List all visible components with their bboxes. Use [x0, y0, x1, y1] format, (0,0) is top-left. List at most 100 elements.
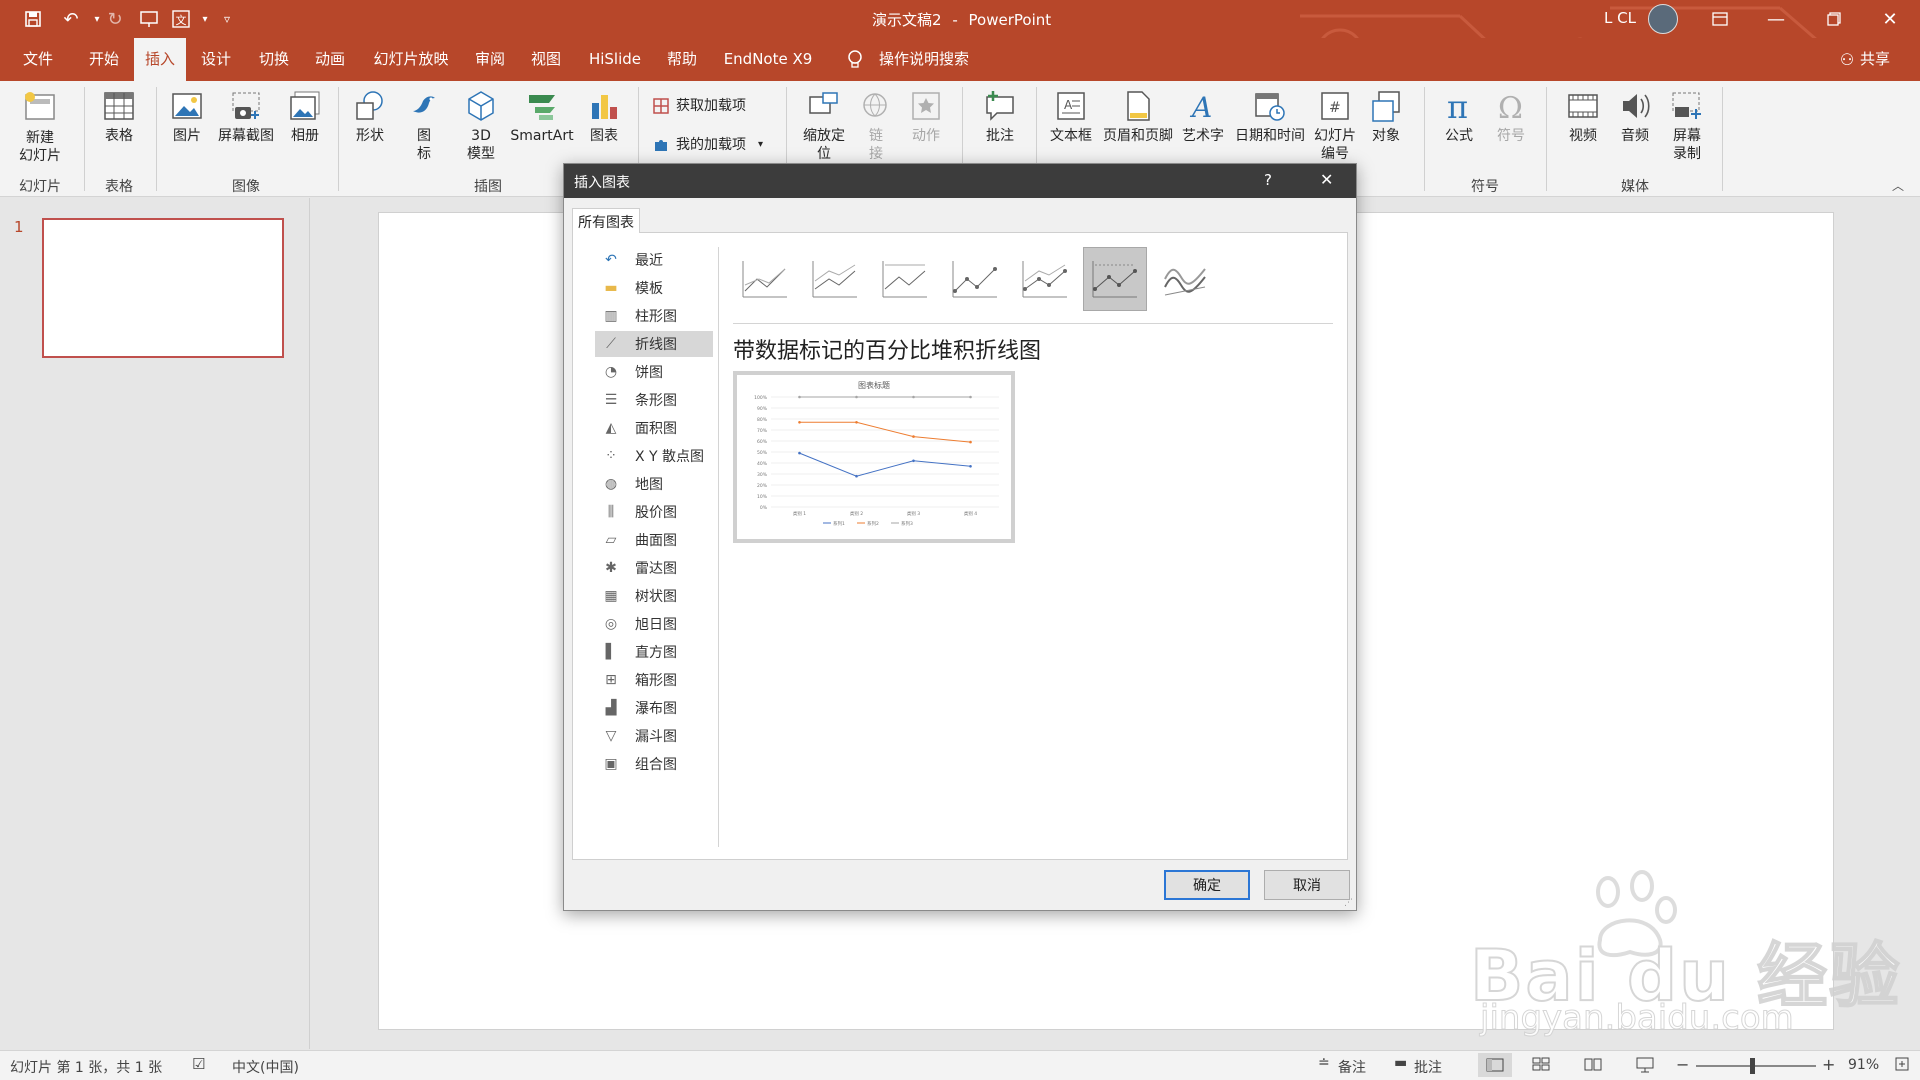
comments-button[interactable]: 批注	[1414, 1057, 1442, 1077]
slide-sorter-icon[interactable]	[1532, 1057, 1550, 1075]
category-line[interactable]: ⟋ 折线图	[595, 331, 713, 357]
cancel-button[interactable]: 取消	[1264, 870, 1350, 900]
picture-button[interactable]: 图片	[164, 89, 210, 145]
tell-me-search[interactable]: 操作说明搜索	[874, 38, 974, 81]
textbox-button[interactable]: A 文本框	[1046, 89, 1096, 145]
category-map[interactable]: ◍ 地图	[595, 471, 713, 497]
reading-view-icon[interactable]	[1584, 1057, 1602, 1075]
customize-qat-icon[interactable]: ▿	[214, 6, 240, 32]
dialog-close-button[interactable]: ✕	[1320, 170, 1333, 189]
screen-record-button[interactable]: 屏幕 录制	[1664, 89, 1710, 163]
icons-button[interactable]: 图 标	[404, 89, 444, 163]
tab-help[interactable]: 帮助	[660, 38, 704, 81]
subtype-3d-line[interactable]	[1153, 247, 1217, 311]
undo-icon[interactable]: ↶	[58, 6, 84, 32]
tab-slideshow[interactable]: 幻灯片放映	[368, 38, 454, 81]
present-icon[interactable]	[136, 6, 162, 32]
zoom-out-button[interactable]: −	[1676, 1055, 1689, 1074]
wordart-button[interactable]: A 艺术字	[1178, 89, 1228, 145]
tab-all-charts[interactable]: 所有图表	[572, 208, 640, 233]
comment-button[interactable]: 批注	[976, 89, 1024, 145]
category-radar[interactable]: ✱ 雷达图	[595, 555, 713, 581]
notes-button[interactable]: 备注	[1338, 1057, 1366, 1077]
subtype-stacked-line-markers[interactable]	[1013, 247, 1077, 311]
dialog-help-button[interactable]: ?	[1264, 171, 1272, 189]
redo-icon[interactable]: ↻	[102, 6, 128, 32]
save-icon[interactable]	[20, 6, 46, 32]
object-button[interactable]: 对象	[1364, 89, 1408, 145]
zoom-slider-thumb[interactable]	[1750, 1058, 1755, 1074]
language-status[interactable]: 中文(中国)	[232, 1057, 299, 1077]
spellcheck-icon[interactable]: ☑	[192, 1055, 205, 1073]
category-pie[interactable]: ◔ 饼图	[595, 359, 713, 385]
restore-icon[interactable]	[1814, 4, 1854, 34]
notes-icon[interactable]: ≐	[1318, 1055, 1330, 1071]
collapse-ribbon-icon[interactable]: ︿	[1892, 177, 1904, 194]
ribbon-display-options-icon[interactable]	[1700, 4, 1740, 34]
minimize-icon[interactable]: —	[1756, 4, 1796, 34]
shape-button[interactable]: 形状	[348, 89, 392, 145]
symbol-button[interactable]: Ω 符号	[1488, 89, 1534, 145]
tab-insert[interactable]: 插入	[134, 38, 186, 81]
audio-button[interactable]: 音频	[1612, 89, 1658, 145]
category-histogram[interactable]: ▌ 直方图	[595, 639, 713, 665]
action-button[interactable]: 动作	[904, 89, 948, 145]
comments-icon[interactable]: ▬	[1394, 1055, 1407, 1071]
zoom-button[interactable]: 缩放定 位	[794, 89, 854, 163]
category-area[interactable]: ◭ 面积图	[595, 415, 713, 441]
tab-design[interactable]: 设计	[194, 38, 238, 81]
share-button[interactable]: 共享	[1858, 38, 1892, 81]
subtype-percent-stacked-line[interactable]	[873, 247, 937, 311]
new-slide-button[interactable]: 新建 幻灯片	[8, 89, 72, 165]
zoom-slider[interactable]	[1696, 1058, 1816, 1074]
resize-grip-icon[interactable]: ⋰	[1344, 898, 1353, 908]
category-combo[interactable]: ▣ 组合图	[595, 751, 713, 777]
slide-number-button[interactable]: # 幻灯片 编号	[1310, 89, 1360, 163]
tab-hislide[interactable]: HiSlide	[584, 38, 646, 81]
zoom-level[interactable]: 91%	[1848, 1057, 1879, 1073]
chart-preview[interactable]: 图表标题 0% 10% 20% 30% 40% 50% 60% 70% 80% 90% 100% 类…	[733, 371, 1015, 543]
link-button[interactable]: 链 接	[856, 89, 896, 163]
tab-view[interactable]: 视图	[524, 38, 568, 81]
category-waterfall[interactable]: ▟ 瀑布图	[595, 695, 713, 721]
category-xy-scatter[interactable]: ⁘ X Y 散点图	[595, 443, 713, 469]
category-treemap[interactable]: ▦ 树状图	[595, 583, 713, 609]
smartart-button[interactable]: SmartArt	[506, 89, 578, 145]
subtype-percent-stacked-line-markers[interactable]	[1083, 247, 1147, 311]
normal-view-icon[interactable]	[1478, 1053, 1512, 1077]
video-button[interactable]: 视频	[1560, 89, 1606, 145]
chart-button[interactable]: 图表	[582, 89, 626, 145]
slide-thumbnail[interactable]	[42, 218, 284, 358]
close-icon[interactable]: ✕	[1870, 4, 1910, 34]
equation-button[interactable]: π 公式	[1436, 89, 1482, 145]
tab-file[interactable]: 文件	[16, 38, 60, 81]
category-templates[interactable]: ▬ 模板	[595, 275, 713, 301]
subtype-line-markers[interactable]	[943, 247, 1007, 311]
tab-animations[interactable]: 动画	[308, 38, 352, 81]
category-recent[interactable]: ↶ 最近	[595, 247, 713, 273]
category-funnel[interactable]: ▽ 漏斗图	[595, 723, 713, 749]
tab-home[interactable]: 开始	[82, 38, 126, 81]
album-button[interactable]: 相册	[282, 89, 328, 145]
3d-model-button[interactable]: 3D 模型	[456, 89, 506, 163]
zoom-in-button[interactable]: +	[1822, 1055, 1835, 1074]
category-sunburst[interactable]: ◎ 旭日图	[595, 611, 713, 637]
slideshow-icon[interactable]	[1636, 1057, 1654, 1077]
subtype-line[interactable]	[733, 247, 797, 311]
datetime-button[interactable]: 日期和时间	[1230, 89, 1310, 145]
header-footer-button[interactable]: 页眉和页脚	[1098, 89, 1178, 145]
user-avatar[interactable]	[1648, 4, 1678, 34]
table-button[interactable]: 表格	[94, 89, 144, 145]
category-column[interactable]: ▥ 柱形图	[595, 303, 713, 329]
get-addins-button[interactable]: 获取加载项	[652, 97, 776, 115]
category-bar[interactable]: ☰ 条形图	[595, 387, 713, 413]
tab-transitions[interactable]: 切换	[252, 38, 296, 81]
tab-review[interactable]: 审阅	[468, 38, 512, 81]
category-surface[interactable]: ▱ 曲面图	[595, 527, 713, 553]
translate-icon[interactable]: 文	[168, 6, 194, 32]
screenshot-button[interactable]: 屏幕截图	[212, 89, 280, 145]
subtype-stacked-line[interactable]	[803, 247, 867, 311]
ok-button[interactable]: 确定	[1164, 870, 1250, 900]
fit-slide-icon[interactable]	[1894, 1056, 1910, 1076]
category-box-whisker[interactable]: ⊞ 箱形图	[595, 667, 713, 693]
